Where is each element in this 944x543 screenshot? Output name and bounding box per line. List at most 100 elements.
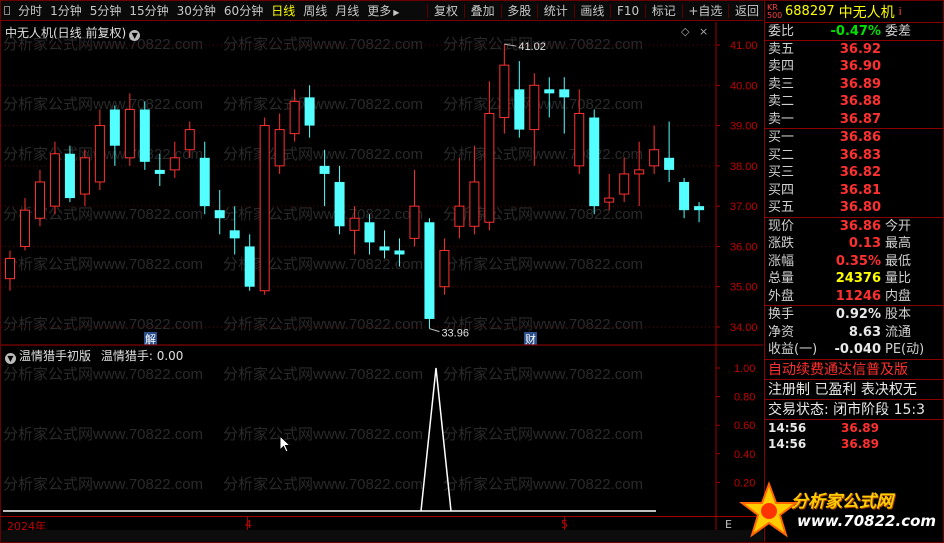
watermark-text: 分析家公式网www.70822.com (3, 366, 203, 383)
bid-row[interactable]: 买一 36.86 (765, 129, 943, 147)
candle-body-down (214, 210, 225, 219)
candle-body-up (274, 129, 285, 167)
tick-price: 36.89 (841, 420, 879, 435)
price-stats: 现价 36.86 今开 涨跌 0.13 最高 涨幅 0.35% 最低 总量 24376 量比 外… (765, 218, 943, 306)
candle-body-down (229, 230, 240, 239)
bid-price: 36.81 (839, 182, 881, 198)
site-logo: 分析家公式网 www.70822.com (737, 477, 943, 542)
indicator-title: ▼ 温情猎手初版 温情猎手: 0.00 (5, 347, 183, 364)
candle-body-up (124, 108, 135, 159)
main-chart-title-text: 中无人机(日线 前复权) (5, 26, 127, 40)
watermark-text: 分析家公式网www.70822.com (3, 426, 203, 443)
stat-label: 收益(一) (768, 342, 818, 357)
stat-value: 8.63 (848, 324, 881, 340)
candle-body-down (559, 89, 570, 98)
indicator-name: 温情猎手初版 (19, 349, 92, 363)
watermark-text: 分析家公式网www.70822.com (443, 146, 643, 163)
bid-row[interactable]: 买三 36.82 (765, 164, 943, 182)
ask-row[interactable]: 卖四 36.90 (765, 58, 943, 76)
candle-body-up (469, 181, 480, 227)
candle-body-up (439, 249, 450, 288)
stat-label-2: 股本 (885, 307, 912, 322)
stat-value: -0.040 (834, 342, 881, 357)
candle-body-down (379, 246, 390, 251)
ask-price: 36.87 (839, 111, 881, 127)
watermark-text: 分析家公式网www.70822.com (3, 256, 203, 273)
stat-label-2: 今开 (885, 218, 912, 234)
high-price-label: 41.02 (518, 41, 546, 53)
candle-body-down (664, 157, 675, 170)
watermark-text: 分析家公式网www.70822.com (223, 316, 423, 333)
stat-label-2: PE(动) (885, 342, 925, 357)
watermark-text: 分析家公式网www.70822.com (443, 316, 643, 333)
stat-value: 11246 (835, 288, 881, 304)
stat-label-2: 最高 (885, 236, 912, 251)
stat-label-2: 量比 (885, 271, 912, 286)
chart-canvas[interactable]: 分析家公式网www.70822.com 分析家公式网www.70822.com 分析… (1, 1, 763, 543)
stat-row: 外盘 11246 内盘 (765, 288, 943, 306)
stat-label: 涨跌 (768, 236, 795, 251)
promo-renew-link[interactable]: 自动续费通达信普及版 (765, 360, 943, 380)
candle-body-up (454, 205, 465, 227)
watermark-text: 分析家公式网www.70822.com (443, 426, 643, 443)
bid-row[interactable]: 买四 36.81 (765, 182, 943, 200)
bid-book: 买一 36.86 买二 36.83 买三 36.82 买四 36.81 买五 36.80 (765, 129, 943, 218)
ask-label: 卖二 (768, 94, 795, 109)
ask-label: 卖一 (768, 111, 795, 127)
candle-body-down (544, 89, 555, 94)
candle-body-down (679, 181, 690, 211)
candle-body-down (424, 222, 435, 319)
bottom-scroll-strip[interactable] (1, 530, 763, 542)
stat-label: 总量 (768, 271, 795, 286)
price-tick-label: 39.00 (730, 121, 758, 133)
candle-body-up (289, 100, 300, 135)
trade-status: 交易状态: 闭市阶段 15:3 (765, 400, 943, 420)
close-icon[interactable]: × (699, 25, 708, 38)
stat-value: 0.13 (848, 236, 881, 251)
chevron-down-icon[interactable]: ▼ (129, 30, 141, 41)
candle-body-up (34, 181, 45, 219)
ask-row[interactable]: 卖一 36.87 (765, 111, 943, 129)
ask-row[interactable]: 卖三 36.89 (765, 76, 943, 94)
candle-body-up (484, 112, 495, 223)
candle-body-up (619, 173, 630, 195)
candle-body-down (394, 250, 405, 255)
logo-text: 分析家公式网 (791, 492, 893, 512)
ask-row[interactable]: 卖二 36.88 (765, 93, 943, 111)
star-logo-icon (739, 481, 799, 538)
stat-row: 换手 0.92% 股本 (765, 306, 943, 324)
indicator-tick-label: 1.00 (734, 363, 755, 375)
stat-value: 0.35% (835, 253, 881, 269)
exchange-badge: KR 500 (767, 2, 783, 20)
bid-row[interactable]: 买二 36.83 (765, 147, 943, 165)
stat-row: 涨跌 0.13 最高 (765, 235, 943, 253)
bid-price: 36.80 (839, 200, 881, 215)
stock-code: 688297 (785, 4, 835, 19)
stat-value: 24376 (835, 271, 881, 286)
candle-body-down (694, 206, 705, 211)
watermark-text: 分析家公式网www.70822.com (3, 476, 203, 493)
ask-row[interactable]: 卖五 36.92 (765, 41, 943, 59)
candle-body-down (364, 222, 375, 243)
logo-url: www.70822.com (797, 512, 937, 530)
low-price-label: 33.96 (441, 328, 469, 340)
stat-row: 总量 24376 量比 (765, 270, 943, 288)
watermark-text: 分析家公式网www.70822.com (223, 366, 423, 383)
chevron-down-icon[interactable]: ▼ (5, 353, 16, 364)
mouse-pointer-icon (279, 435, 292, 453)
ask-price: 36.90 (839, 59, 881, 74)
low-annotation-line (429, 328, 440, 333)
time-axis: 2024年 4 5 E (1, 516, 763, 533)
weibi-label: 委比 (768, 24, 795, 39)
info-icon[interactable]: i (899, 5, 902, 18)
candle-body-up (529, 84, 540, 131)
bid-row[interactable]: 买五 36.80 (765, 199, 943, 217)
candle-body-down (109, 109, 120, 146)
stat-row: 现价 36.86 今开 (765, 218, 943, 236)
stat-label-2: 流通 (885, 324, 912, 340)
bid-label: 买五 (768, 200, 795, 215)
candle-body-up (499, 64, 510, 119)
watermark-text: 分析家公式网www.70822.com (3, 96, 203, 113)
diamond-icon[interactable]: ◇ (681, 25, 689, 38)
candle-body-up (19, 209, 30, 247)
